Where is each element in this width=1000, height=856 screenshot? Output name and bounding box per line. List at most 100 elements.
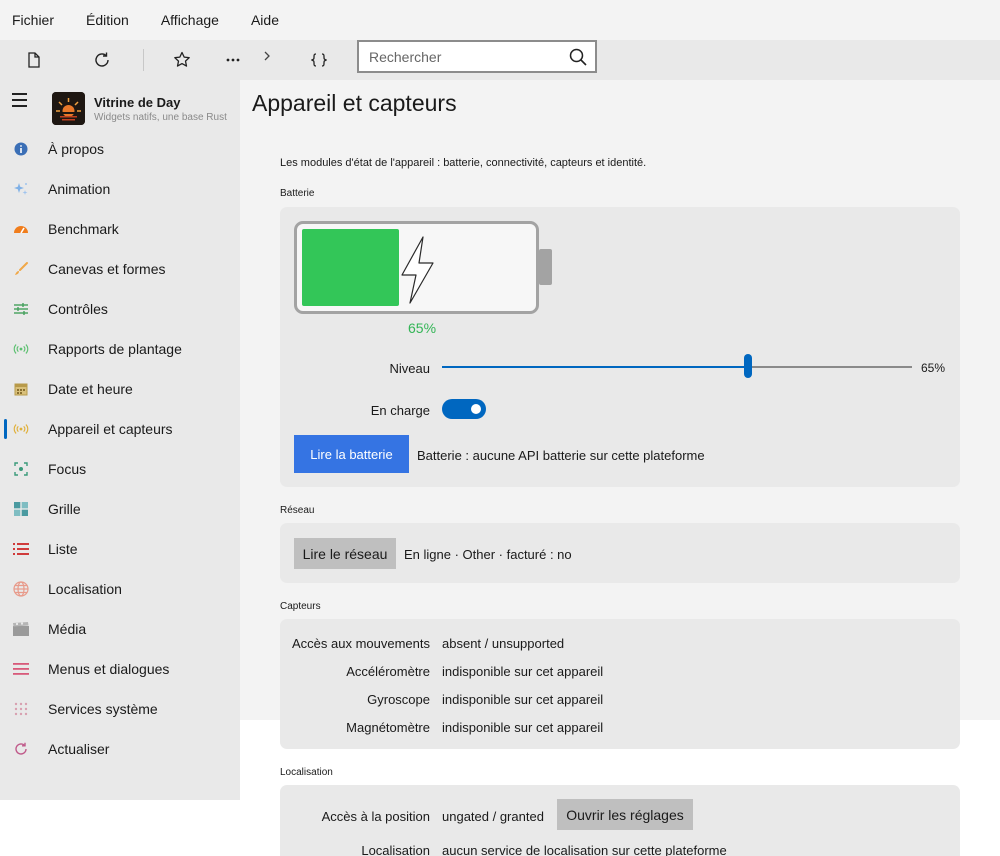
position-access-value: ungated / granted	[442, 809, 544, 824]
charging-bolt-icon	[401, 236, 434, 304]
new-document-icon[interactable]	[20, 40, 48, 80]
position-access-label: Accès à la position	[321, 809, 430, 824]
battery-heading: Batterie	[280, 188, 315, 199]
sidebar-item-label: Rapports de plantage	[48, 341, 182, 357]
battery-cap	[539, 249, 552, 285]
star-icon[interactable]	[168, 40, 196, 80]
hamburger-menu-icon[interactable]	[12, 93, 28, 107]
sliders-icon	[13, 301, 29, 317]
active-indicator	[4, 419, 7, 439]
sidebar-item-grille[interactable]: Grille	[0, 489, 240, 529]
sparkles-icon	[13, 181, 29, 197]
sensors-card: Accès aux mouvements absent / unsupporte…	[280, 619, 960, 749]
sensor-label-gyroscope: Gyroscope	[367, 692, 430, 707]
sidebar-item-focus[interactable]: Focus	[0, 449, 240, 489]
location-label: Localisation	[361, 843, 430, 856]
menu-icon	[13, 661, 29, 677]
refresh-icon	[13, 741, 29, 757]
menu-aide[interactable]: Aide	[251, 12, 279, 28]
charging-toggle[interactable]	[442, 399, 486, 419]
battery-status: Batterie : aucune API batterie sur cette…	[417, 448, 705, 463]
read-battery-button[interactable]: Lire la batterie	[294, 435, 409, 473]
page-title: Appareil et capteurs	[252, 90, 457, 116]
brush-icon	[13, 261, 29, 277]
sidebar-item-label: Grille	[48, 501, 81, 517]
app-logo	[52, 92, 85, 125]
globe-icon	[13, 581, 29, 597]
battery-percent: 65%	[408, 320, 437, 336]
sidebar-item-animation[interactable]: Animation	[0, 169, 240, 209]
main-content: Appareil et capteurs Les modules d'état …	[240, 80, 1000, 856]
chevron-right-icon[interactable]	[253, 36, 281, 76]
menu-fichier[interactable]: Fichier	[12, 12, 54, 28]
sidebar-item-label: Actualiser	[48, 741, 110, 757]
sidebar-item-media[interactable]: Média	[0, 609, 240, 649]
list-icon	[13, 541, 29, 557]
sensor-label-magnetometer: Magnétomètre	[346, 720, 430, 735]
battery-card: 65% Niveau 65% En charge Lire la batteri…	[280, 207, 960, 487]
dots-grid-icon	[13, 701, 29, 717]
menu-edition[interactable]: Édition	[86, 12, 129, 28]
level-slider-fill	[442, 366, 748, 368]
level-label: Niveau	[389, 361, 430, 376]
toggle-knob	[471, 404, 481, 414]
more-icon[interactable]	[219, 40, 247, 80]
sidebar-item-label: Liste	[48, 541, 78, 557]
menu-affichage[interactable]: Affichage	[161, 12, 219, 28]
sidebar-item-controles[interactable]: Contrôles	[0, 289, 240, 329]
toolbar-separator	[143, 49, 144, 71]
sidebar-item-rapports[interactable]: Rapports de plantage	[0, 329, 240, 369]
sensor-value-accelerometer: indisponible sur cet appareil	[442, 664, 604, 679]
charging-label: En charge	[370, 403, 430, 418]
level-slider-track[interactable]	[442, 366, 912, 368]
sensor-value-motion: absent / unsupported	[442, 636, 565, 651]
sensor-value-magnetometer: indisponible sur cet appareil	[442, 720, 604, 735]
sidebar-item-appareil[interactable]: Appareil et capteurs	[0, 409, 240, 449]
sidebar-item-a-propos[interactable]: À propos	[0, 129, 240, 169]
sidebar-item-liste[interactable]: Liste	[0, 529, 240, 569]
search-box[interactable]	[357, 40, 597, 73]
sidebar: Vitrine de Day Widgets natifs, une base …	[0, 80, 240, 800]
app-title: Vitrine de Day	[94, 95, 181, 110]
focus-icon	[13, 461, 29, 477]
menu-bar: Fichier Édition Affichage Aide	[0, 0, 1000, 40]
sidebar-item-label: Localisation	[48, 581, 122, 597]
speedometer-icon	[13, 221, 29, 237]
sensor-value-gyroscope: indisponible sur cet appareil	[442, 692, 604, 707]
network-heading: Réseau	[280, 505, 315, 516]
sensor-label-motion: Accès aux mouvements	[291, 636, 430, 651]
sidebar-item-label: Animation	[48, 181, 111, 197]
sidebar-item-actualiser[interactable]: Actualiser	[0, 729, 240, 769]
reload-icon[interactable]	[88, 40, 116, 80]
search-input[interactable]	[359, 48, 559, 65]
sidebar-item-label: Menus et dialogues	[48, 661, 170, 677]
sidebar-item-label: À propos	[48, 141, 105, 157]
sidebar-item-label: Contrôles	[48, 301, 108, 317]
sidebar-item-localisation[interactable]: Localisation	[0, 569, 240, 609]
sidebar-item-label: Date et heure	[48, 381, 133, 397]
battery-graphic	[294, 221, 539, 314]
sidebar-item-menus[interactable]: Menus et dialogues	[0, 649, 240, 689]
battery-fill	[302, 229, 399, 306]
level-slider-thumb[interactable]	[744, 354, 752, 378]
sensors-heading: Capteurs	[280, 601, 321, 612]
sidebar-nav: À propos Animation Benchmark Canevas et …	[0, 129, 240, 769]
sidebar-item-label: Benchmark	[48, 221, 119, 237]
open-settings-button[interactable]: Ouvrir les réglages	[557, 799, 693, 830]
braces-icon[interactable]	[305, 40, 333, 80]
sidebar-item-services[interactable]: Services système	[0, 689, 240, 729]
sidebar-item-canevas[interactable]: Canevas et formes	[0, 249, 240, 289]
sidebar-item-benchmark[interactable]: Benchmark	[0, 209, 240, 249]
broadcast-icon	[13, 341, 29, 357]
level-value: 65%	[921, 361, 946, 375]
calendar-icon	[13, 381, 29, 397]
search-icon[interactable]	[569, 48, 587, 71]
read-network-button[interactable]: Lire le réseau	[294, 538, 396, 569]
sidebar-item-date[interactable]: Date et heure	[0, 369, 240, 409]
intro-text: Les modules d'état de l'appareil : batte…	[280, 157, 647, 169]
app-subtitle: Widgets natifs, une base Rust	[94, 112, 227, 123]
sidebar-item-label: Focus	[48, 461, 87, 477]
sensor-label-accelerometer: Accéléromètre	[346, 664, 430, 679]
network-status: En ligne · Other · facturé : no	[404, 547, 572, 562]
info-icon	[13, 141, 29, 157]
